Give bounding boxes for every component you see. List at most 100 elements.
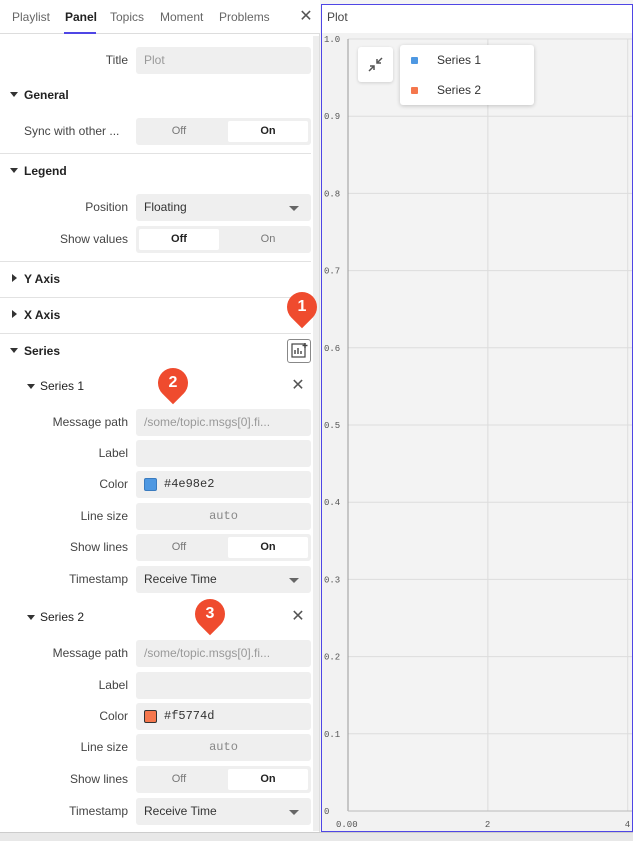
line-size-label: Line size — [80, 740, 128, 754]
section-legend[interactable]: Legend — [0, 153, 311, 189]
y-tick-label: 0.5 — [324, 421, 340, 431]
y-tick-label: 0.9 — [324, 112, 340, 122]
add-chart-icon — [291, 343, 308, 358]
series-1-line-size-input[interactable]: auto — [136, 503, 311, 530]
chevron-down-icon — [289, 206, 299, 211]
series-1-timestamp-select[interactable]: Receive Time — [136, 566, 311, 593]
tab-problems[interactable]: Problems — [219, 0, 270, 34]
section-series[interactable]: Series — [0, 333, 311, 369]
chevron-down-icon — [27, 384, 35, 389]
close-icon[interactable]: ✕ — [296, 6, 316, 28]
plot-chart[interactable]: 0 0.1 0.2 0.3 0.4 0.5 0.6 0.7 0.8 0.9 1.0 0.00 2 4 — [322, 33, 632, 833]
chevron-down-icon — [10, 92, 18, 97]
show-values-toggle[interactable]: Off On — [136, 226, 311, 253]
series-2-header[interactable]: Series 2 — [0, 605, 311, 629]
settings-panel: Playlist Panel Topics Moment Problems ✕ … — [0, 0, 324, 841]
section-y-axis[interactable]: Y Axis — [0, 261, 311, 297]
show-lines-label: Show lines — [69, 540, 128, 554]
sync-on-option[interactable]: On — [228, 121, 308, 142]
label-label: Label — [98, 446, 128, 460]
remove-series-1-icon[interactable]: ✕ — [288, 376, 308, 396]
legend-swatch — [411, 87, 418, 94]
legend-item-series-1[interactable]: Series 1 — [400, 45, 534, 75]
callout-3-number: 3 — [205, 605, 215, 622]
series-1-color-input[interactable]: #4e98e2 — [136, 471, 311, 498]
minimize-arrows-icon — [368, 57, 383, 72]
position-label: Position — [85, 200, 128, 214]
tab-moment[interactable]: Moment — [160, 0, 203, 34]
series-2-line-size-input[interactable]: auto — [136, 734, 311, 761]
tab-panel[interactable]: Panel — [65, 0, 97, 34]
series-1-show-lines-toggle[interactable]: Off On — [136, 534, 311, 561]
section-general[interactable]: General — [0, 77, 311, 113]
tab-playlist[interactable]: Playlist — [12, 0, 50, 34]
chevron-down-icon — [289, 810, 299, 815]
sync-toggle[interactable]: Off On — [136, 118, 311, 145]
show-lines-on-option[interactable]: On — [228, 537, 308, 558]
y-tick-label: 0.1 — [324, 730, 340, 740]
title-input[interactable]: Plot — [136, 47, 311, 74]
series-2-timestamp-select[interactable]: Receive Time — [136, 798, 311, 825]
color-swatch[interactable] — [144, 710, 157, 723]
callout-1-number: 1 — [297, 298, 307, 315]
callout-3: 3 — [188, 592, 232, 637]
y-tick-label: 0.6 — [324, 344, 340, 354]
timestamp-label: Timestamp — [69, 804, 128, 818]
status-bar — [0, 832, 633, 841]
series-2-name: Series 2 — [40, 610, 85, 624]
x-tick-label: 0.00 — [336, 820, 358, 830]
series-1-header[interactable]: Series 1 — [0, 374, 311, 398]
collapse-legend-button[interactable] — [358, 47, 393, 82]
chevron-right-icon — [12, 310, 17, 318]
series-2-color-input[interactable]: #f5774d — [136, 703, 311, 730]
title-label: Title — [105, 53, 128, 67]
show-lines-on-option[interactable]: On — [228, 769, 308, 790]
line-size-label: Line size — [80, 509, 128, 523]
section-series-label: Series — [24, 344, 61, 358]
plot-panel[interactable]: Plot 0 0.1 0.2 0.3 0.4 0.5 0.6 0.7 0.8 0.9 1.0 0.00… — [321, 4, 633, 832]
series-1-label-input[interactable] — [136, 440, 311, 467]
y-tick-label: 0.8 — [324, 189, 340, 199]
series-2-message-path-input[interactable]: /some/topic.msgs[0].fi... — [136, 640, 311, 667]
section-x-axis[interactable]: X Axis — [0, 297, 311, 333]
show-values-on-option[interactable]: On — [228, 229, 308, 250]
show-values-off-option[interactable]: Off — [139, 229, 219, 250]
position-value: Floating — [144, 200, 187, 214]
y-tick-label: 0.2 — [324, 653, 340, 663]
color-swatch[interactable] — [144, 478, 157, 491]
sync-off-option[interactable]: Off — [139, 121, 219, 142]
color-label: Color — [99, 477, 128, 491]
legend-swatch — [411, 57, 418, 64]
message-path-label: Message path — [52, 415, 128, 429]
series-2-color-value: #f5774d — [164, 709, 215, 723]
scrollbar[interactable] — [313, 36, 319, 831]
chevron-down-icon — [10, 168, 18, 173]
section-x-axis-label: X Axis — [24, 308, 61, 322]
y-tick-label: 0.7 — [324, 267, 340, 277]
add-series-button[interactable] — [287, 339, 311, 363]
y-tick-label: 0.3 — [324, 575, 340, 585]
show-lines-off-option[interactable]: Off — [139, 537, 219, 558]
label-label: Label — [98, 678, 128, 692]
series-1-message-path-input[interactable]: /some/topic.msgs[0].fi... — [136, 409, 311, 436]
series-1-name: Series 1 — [40, 379, 85, 393]
position-select[interactable]: Floating — [136, 194, 311, 221]
remove-series-2-icon[interactable]: ✕ — [288, 607, 308, 627]
y-tick-label: 0.4 — [324, 498, 340, 508]
timestamp-value: Receive Time — [144, 572, 217, 586]
sync-label: Sync with other ... — [24, 124, 120, 138]
timestamp-value: Receive Time — [144, 804, 217, 818]
legend-item-series-2[interactable]: Series 2 — [400, 75, 534, 105]
show-lines-off-option[interactable]: Off — [139, 769, 219, 790]
show-values-label: Show values — [59, 232, 128, 246]
tab-topics[interactable]: Topics — [110, 0, 144, 34]
plot-toolbar: Plot — [322, 5, 632, 33]
legend-label: Series 2 — [437, 83, 482, 97]
series-1-color-value: #4e98e2 — [164, 477, 215, 491]
series-2-label-input[interactable] — [136, 672, 311, 699]
y-tick-label: 1.0 — [324, 35, 340, 45]
section-general-label: General — [24, 88, 69, 102]
plot-legend: Series 1 Series 2 — [400, 45, 534, 105]
color-label: Color — [99, 709, 128, 723]
series-2-show-lines-toggle[interactable]: Off On — [136, 766, 311, 793]
